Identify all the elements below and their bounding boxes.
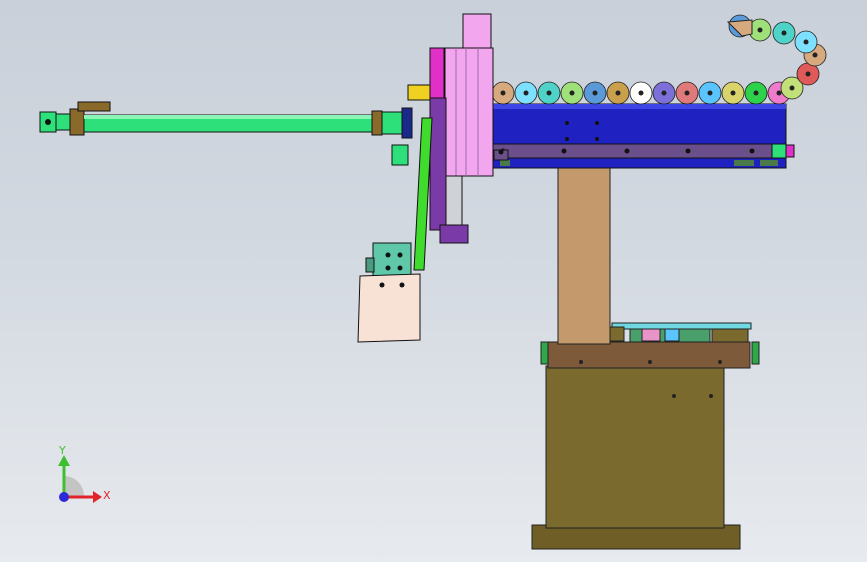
y-axis-label: Y [58, 444, 66, 457]
chain-pin [684, 90, 690, 96]
chain-pin [523, 90, 529, 96]
chain-pin [730, 90, 736, 96]
x-axis-label: X [103, 489, 111, 502]
chain-pin [638, 90, 644, 96]
chain-pin [812, 52, 818, 58]
chain-pin [615, 90, 621, 96]
support-column[interactable] [557, 167, 611, 345]
coordinate-triad[interactable]: Y X [58, 444, 111, 503]
cad-viewport[interactable]: Y X [0, 0, 867, 562]
machine-model[interactable]: Y X [0, 0, 867, 562]
z-axis-dot [59, 492, 69, 502]
gripper-head[interactable] [357, 242, 421, 343]
chain-pin [592, 90, 598, 96]
chain-pin [546, 90, 552, 96]
gripper-arm[interactable] [413, 117, 433, 271]
chain-pin [753, 90, 759, 96]
chain-pin [757, 27, 763, 33]
chain-pin [707, 90, 713, 96]
chain-pin [789, 85, 795, 91]
chain-pin [805, 71, 811, 77]
chain-pin [569, 90, 575, 96]
chain-pin [776, 90, 782, 96]
cable-chain[interactable] [491, 14, 827, 105]
extension-arm[interactable] [39, 101, 413, 139]
chain-pin [803, 39, 809, 45]
base-pedestal[interactable] [531, 341, 760, 550]
chain-pin [661, 90, 667, 96]
chain-pin [500, 90, 506, 96]
chain-pin [781, 30, 787, 36]
